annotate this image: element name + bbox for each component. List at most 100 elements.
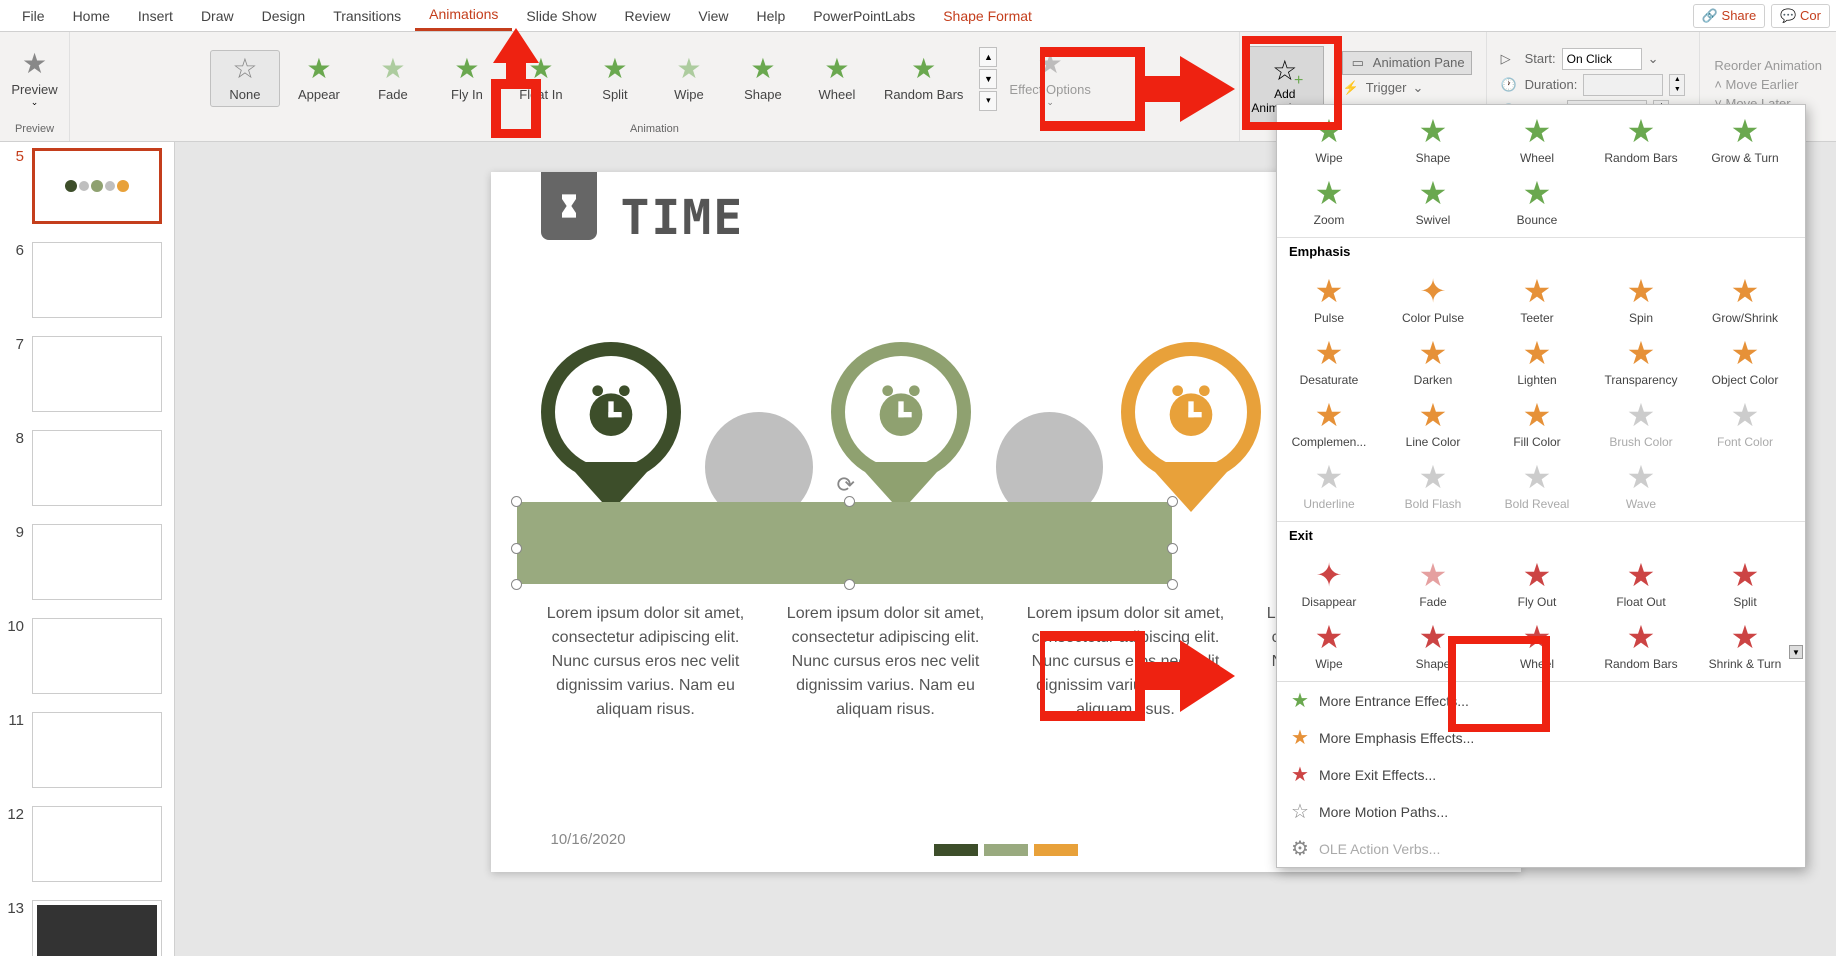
selected-shape[interactable] [517,502,1172,584]
dd-float-out[interactable]: ★Float Out [1589,553,1693,615]
thumb-9[interactable]: 9 [6,524,168,600]
thumb-8[interactable]: 8 [6,430,168,506]
dd-fill-color[interactable]: ★Fill Color [1485,393,1589,455]
rotate-handle[interactable]: ⟳ [837,472,855,498]
star-icon: ★ [1419,399,1448,431]
tab-help[interactable]: Help [742,2,799,30]
anim-wheel[interactable]: ★Wheel [802,51,872,106]
dd-lighten[interactable]: ★Lighten [1485,331,1589,393]
star-icon: ★ [1419,621,1448,653]
dd-exit-wipe[interactable]: ★Wipe [1277,615,1381,677]
star-icon: ★ [1419,559,1448,591]
more-exit-effects[interactable]: ★More Exit Effects... [1277,756,1805,793]
tab-animations[interactable]: Animations [415,0,512,31]
dd-desaturate[interactable]: ★Desaturate [1277,331,1381,393]
dd-exit-random-bars[interactable]: ★Random Bars [1589,615,1693,677]
dd-exit-split[interactable]: ★Split [1693,553,1797,615]
dur-down[interactable]: ▼ [1670,85,1684,95]
dd-line-color[interactable]: ★Line Color [1381,393,1485,455]
dd-object-color[interactable]: ★Object Color [1693,331,1797,393]
animation-pane-button[interactable]: ▭Animation Pane [1342,51,1472,75]
tab-draw[interactable]: Draw [187,2,248,30]
thumb-11[interactable]: 11 [6,712,168,788]
anim-wipe[interactable]: ★Wipe [654,51,724,106]
share-button[interactable]: 🔗 Share [1693,4,1766,28]
duration-input[interactable] [1583,74,1663,96]
dd-wheel[interactable]: ★Wheel [1485,109,1589,171]
dd-shape[interactable]: ★Shape [1381,109,1485,171]
gallery-more[interactable]: ▾ [979,91,997,111]
tab-review[interactable]: Review [610,2,684,30]
star-icon: ★ [1315,621,1344,653]
dd-grow-turn[interactable]: ★Grow & Turn [1693,109,1797,171]
resize-handle[interactable] [1167,579,1178,590]
thumb-7[interactable]: 7 [6,336,168,412]
resize-handle[interactable] [1167,496,1178,507]
anim-fade[interactable]: ★Fade [358,51,428,106]
anim-appear[interactable]: ★Appear [284,51,354,106]
resize-handle[interactable] [1167,543,1178,554]
dd-fly-out[interactable]: ★Fly Out [1485,553,1589,615]
dd-grow-shrink[interactable]: ★Grow/Shrink [1693,269,1797,331]
gallery-scroll: ▲ ▼ ▾ [979,47,997,111]
dd-zoom[interactable]: ★Zoom [1277,171,1381,233]
dd-exit-fade[interactable]: ★Fade [1381,553,1485,615]
trigger-button[interactable]: ⚡Trigger ⌄ [1342,79,1472,97]
gallery-down[interactable]: ▼ [979,69,997,89]
tab-home[interactable]: Home [59,2,124,30]
dd-complementary[interactable]: ★Complemen... [1277,393,1381,455]
dd-pulse[interactable]: ★Pulse [1277,269,1381,331]
dd-shrink-turn[interactable]: ★Shrink & Turn [1693,615,1797,677]
preview-button[interactable]: ★Preview⌄ [0,46,70,112]
anim-none[interactable]: ☆None [210,50,280,107]
more-motion-paths[interactable]: ☆More Motion Paths... [1277,793,1805,830]
text-col-1[interactable]: Lorem ipsum dolor sit amet, consectetur … [541,602,751,722]
dd-spin[interactable]: ★Spin [1589,269,1693,331]
resize-handle[interactable] [511,543,522,554]
thumb-13[interactable]: 13 [6,900,168,956]
anim-random-bars[interactable]: ★Random Bars [876,51,971,106]
pane-icon: ▭ [1349,54,1367,72]
star-icon: ★ [676,55,701,83]
resize-handle[interactable] [844,496,855,507]
star-icon: ★ [1315,461,1344,493]
dd-random-bars[interactable]: ★Random Bars [1589,109,1693,171]
dd-darken[interactable]: ★Darken [1381,331,1485,393]
start-select[interactable] [1562,48,1642,70]
dd-scroll-down[interactable]: ▼ [1789,645,1803,659]
timeline-marker-1[interactable] [541,342,688,522]
timeline-marker-3[interactable] [1121,342,1268,522]
star-icon: ☆ [1291,799,1309,824]
resize-handle[interactable] [511,579,522,590]
star-icon: ★ [1315,337,1344,369]
gallery-up[interactable]: ▲ [979,47,997,67]
dur-up[interactable]: ▲ [1670,75,1684,85]
resize-handle[interactable] [844,579,855,590]
tab-design[interactable]: Design [248,2,320,30]
tab-powerpointlabs[interactable]: PowerPointLabs [799,2,929,30]
anim-split[interactable]: ★Split [580,51,650,106]
tab-shape-format[interactable]: Shape Format [929,2,1046,30]
text-col-2[interactable]: Lorem ipsum dolor sit amet, consectetur … [781,602,991,722]
dd-bounce[interactable]: ★Bounce [1485,171,1589,233]
gear-icon: ⚙ [1291,836,1309,861]
star-icon: ★ [1523,399,1552,431]
thumb-10[interactable]: 10 [6,618,168,694]
dd-disappear[interactable]: ✦Disappear [1277,553,1381,615]
tab-file[interactable]: File [8,2,59,30]
thumb-12[interactable]: 12 [6,806,168,882]
dd-transparency[interactable]: ★Transparency [1589,331,1693,393]
move-earlier-button[interactable]: ˄ Move Earlier [1714,77,1822,92]
thumb-6[interactable]: 6 [6,242,168,318]
dd-color-pulse[interactable]: ✦Color Pulse [1381,269,1485,331]
anim-shape[interactable]: ★Shape [728,51,798,106]
tab-insert[interactable]: Insert [124,2,187,30]
comments-button[interactable]: 💬 Cor [1771,4,1830,28]
thumb-5[interactable]: 5 [6,148,168,224]
tab-view[interactable]: View [684,2,742,30]
dd-swivel[interactable]: ★Swivel [1381,171,1485,233]
tab-slideshow[interactable]: Slide Show [512,2,610,30]
resize-handle[interactable] [511,496,522,507]
dd-teeter[interactable]: ★Teeter [1485,269,1589,331]
tab-transitions[interactable]: Transitions [319,2,415,30]
